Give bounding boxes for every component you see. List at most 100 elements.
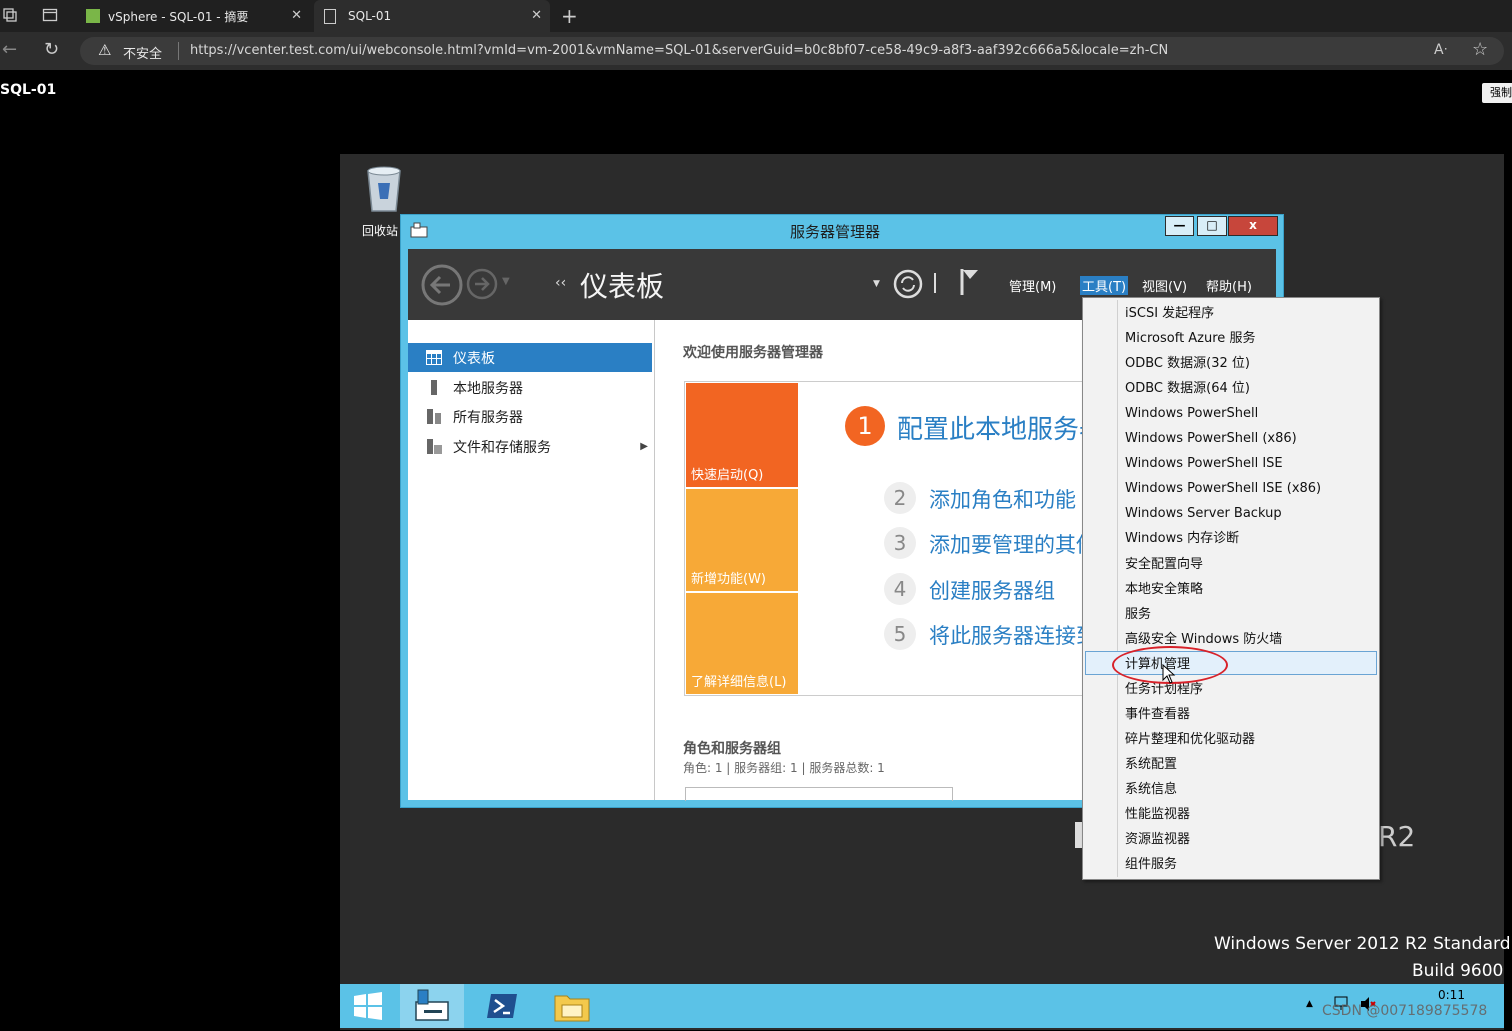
sidebar-item-label: 仪表板	[453, 350, 495, 367]
maximize-button[interactable]: □	[1197, 216, 1227, 236]
tools-menu-item[interactable]: 系统配置	[1125, 752, 1177, 777]
start-windows-icon[interactable]	[353, 992, 383, 1020]
sidebar-item-label: 文件和存储服务	[453, 439, 551, 456]
quickstart-tab[interactable]: 快速启动(Q)	[686, 383, 798, 487]
welcome-heading: 欢迎使用服务器管理器	[683, 345, 823, 361]
tools-menu-item[interactable]: 事件查看器	[1125, 702, 1190, 727]
step-add-servers-link[interactable]: 添加要管理的其他服务器	[929, 529, 1083, 559]
close-tab-icon[interactable]: ✕	[531, 8, 542, 23]
close-button[interactable]: x	[1228, 216, 1278, 236]
vm-title: SQL-01	[0, 82, 57, 98]
forward-arrow-icon[interactable]	[466, 268, 498, 300]
page-favicon-icon	[324, 8, 336, 24]
tools-menu-item[interactable]: Windows Server Backup	[1125, 501, 1282, 526]
file-storage-icon	[426, 439, 442, 454]
os-edition-watermark: Windows Server 2012 R2 Standard	[1214, 934, 1511, 954]
step-number: 3	[884, 527, 916, 559]
step-configure-local-server-link[interactable]: 配置此本地服务器	[897, 409, 1083, 446]
tools-menu-item[interactable]: 碎片整理和优化驱动器	[1125, 727, 1255, 752]
back-arrow-icon[interactable]	[420, 263, 464, 307]
tools-menu-item[interactable]: 本地安全策略	[1125, 577, 1203, 602]
sidebar-item-all-servers[interactable]: 所有服务器	[408, 402, 652, 431]
tools-menu-item[interactable]: 服务	[1125, 602, 1151, 627]
sidebar-item-label: 所有服务器	[453, 409, 523, 426]
whats-new-tab[interactable]: 新增功能(W)	[686, 489, 798, 591]
notification-flag-icon[interactable]	[958, 267, 982, 297]
tools-menu-item[interactable]: 性能监视器	[1125, 802, 1190, 827]
tray-show-hidden-icon[interactable]: ▲	[1306, 999, 1313, 1009]
tools-menu-item[interactable]: Windows PowerShell ISE	[1125, 451, 1283, 476]
dashboard-grid-icon	[426, 350, 442, 365]
sidebar-item-local-server[interactable]: 本地服务器	[408, 373, 652, 402]
warning-icon[interactable]: ⚠	[98, 41, 111, 59]
server-icon	[426, 380, 442, 395]
workspaces-icon[interactable]	[2, 7, 18, 23]
roles-summary: 角色: 1 | 服务器组: 1 | 服务器总数: 1	[683, 761, 885, 775]
taskbar-clock[interactable]: 0:11	[1438, 988, 1465, 1002]
server-manager-taskbar-icon[interactable]	[414, 988, 450, 1022]
tab-actions-icon[interactable]	[42, 7, 58, 23]
menu-tools[interactable]: 工具(T)	[1080, 276, 1129, 295]
step-add-roles-link[interactable]: 添加角色和功能	[929, 484, 1083, 514]
minimize-button[interactable]: —	[1165, 216, 1194, 236]
step-create-group-link[interactable]: 创建服务器组	[929, 575, 1083, 605]
os-logo-r2: R2	[1378, 820, 1416, 853]
recycle-bin-label: 回收站	[362, 224, 399, 238]
back-icon[interactable]: ←	[2, 39, 17, 60]
menu-help[interactable]: 帮助(H)	[1206, 276, 1252, 295]
role-tile[interactable]	[685, 787, 953, 801]
tools-menu-item[interactable]: iSCSI 发起程序	[1125, 301, 1214, 326]
tools-menu-item[interactable]: Windows 内存诊断	[1125, 526, 1239, 551]
vsphere-favicon-icon	[86, 9, 100, 23]
tools-menu-item[interactable]: ODBC 数据源(32 位)	[1125, 351, 1250, 376]
csdn-watermark: CSDN @007189875578	[1322, 1003, 1488, 1019]
step-connect-cloud-link[interactable]: 将此服务器连接到云服务	[929, 620, 1083, 650]
tools-menu-item[interactable]: Windows PowerShell	[1125, 401, 1258, 426]
sidebar-item-file-storage[interactable]: 文件和存储服务 ▶	[408, 432, 652, 461]
tab-title: vSphere - SQL-01 - 摘要	[108, 9, 249, 24]
refresh-icon[interactable]: ↻	[44, 39, 59, 60]
server-manager-app-icon[interactable]	[410, 222, 428, 238]
step-number: 5	[884, 618, 916, 650]
breadcrumb-title: 仪表板	[580, 270, 665, 303]
file-explorer-taskbar-icon[interactable]	[554, 990, 590, 1022]
sidebar-item-label: 本地服务器	[453, 380, 523, 397]
recycle-bin-icon[interactable]	[362, 163, 406, 215]
os-build-watermark: Build 9600	[1412, 961, 1504, 981]
step-number: 1	[845, 406, 885, 446]
breadcrumb-chevron-icon: ‹‹	[555, 275, 567, 291]
tools-menu-item[interactable]: Microsoft Azure 服务	[1125, 326, 1255, 351]
header-divider	[934, 273, 936, 293]
breadcrumb-dropdown-icon[interactable]: ▼	[873, 279, 880, 289]
history-dropdown-icon[interactable]: ▼	[502, 276, 510, 287]
roles-heading: 角色和服务器组	[683, 741, 781, 757]
read-aloud-icon[interactable]: Aᐧ	[1434, 42, 1447, 58]
servers-icon	[426, 409, 442, 424]
browser-tab-vsphere[interactable]: vSphere - SQL-01 - 摘要 ✕	[76, 0, 310, 32]
tab-title: SQL-01	[348, 9, 392, 23]
sidebar-item-dashboard[interactable]: 仪表板	[408, 343, 652, 372]
window-title: 服务器管理器	[790, 223, 881, 241]
tools-menu-item[interactable]: 系统信息	[1125, 777, 1177, 802]
security-label[interactable]: 不安全	[123, 43, 162, 62]
menu-manage[interactable]: 管理(M)	[1009, 276, 1056, 295]
tools-menu-item[interactable]: Windows PowerShell ISE (x86)	[1125, 476, 1321, 501]
powershell-taskbar-icon[interactable]	[486, 992, 518, 1020]
tools-menu-item[interactable]: 安全配置向导	[1125, 552, 1203, 577]
favorite-star-icon[interactable]: ☆	[1472, 39, 1488, 60]
url-text[interactable]: https://vcenter.test.com/ui/webconsole.h…	[190, 43, 1168, 58]
refresh-icon[interactable]	[892, 268, 924, 300]
learn-more-tab[interactable]: 了解详细信息(L)	[686, 593, 798, 694]
close-tab-icon[interactable]: ✕	[291, 8, 302, 23]
new-tab-icon[interactable]: +	[561, 4, 578, 28]
menu-icon-column-divider	[1117, 300, 1118, 877]
tools-menu-item[interactable]: 组件服务	[1125, 852, 1177, 877]
browser-tab-sql01[interactable]: SQL-01 ✕	[314, 0, 550, 32]
tools-menu-item[interactable]: 资源监视器	[1125, 827, 1190, 852]
tools-menu-item[interactable]: ODBC 数据源(64 位)	[1125, 376, 1250, 401]
tools-menu-item[interactable]: Windows PowerShell (x86)	[1125, 426, 1297, 451]
menu-view[interactable]: 视图(V)	[1142, 276, 1187, 295]
expand-arrow-icon[interactable]: ▶	[640, 441, 648, 452]
force-button[interactable]: 强制	[1482, 83, 1512, 103]
mouse-cursor-icon	[1162, 663, 1176, 684]
